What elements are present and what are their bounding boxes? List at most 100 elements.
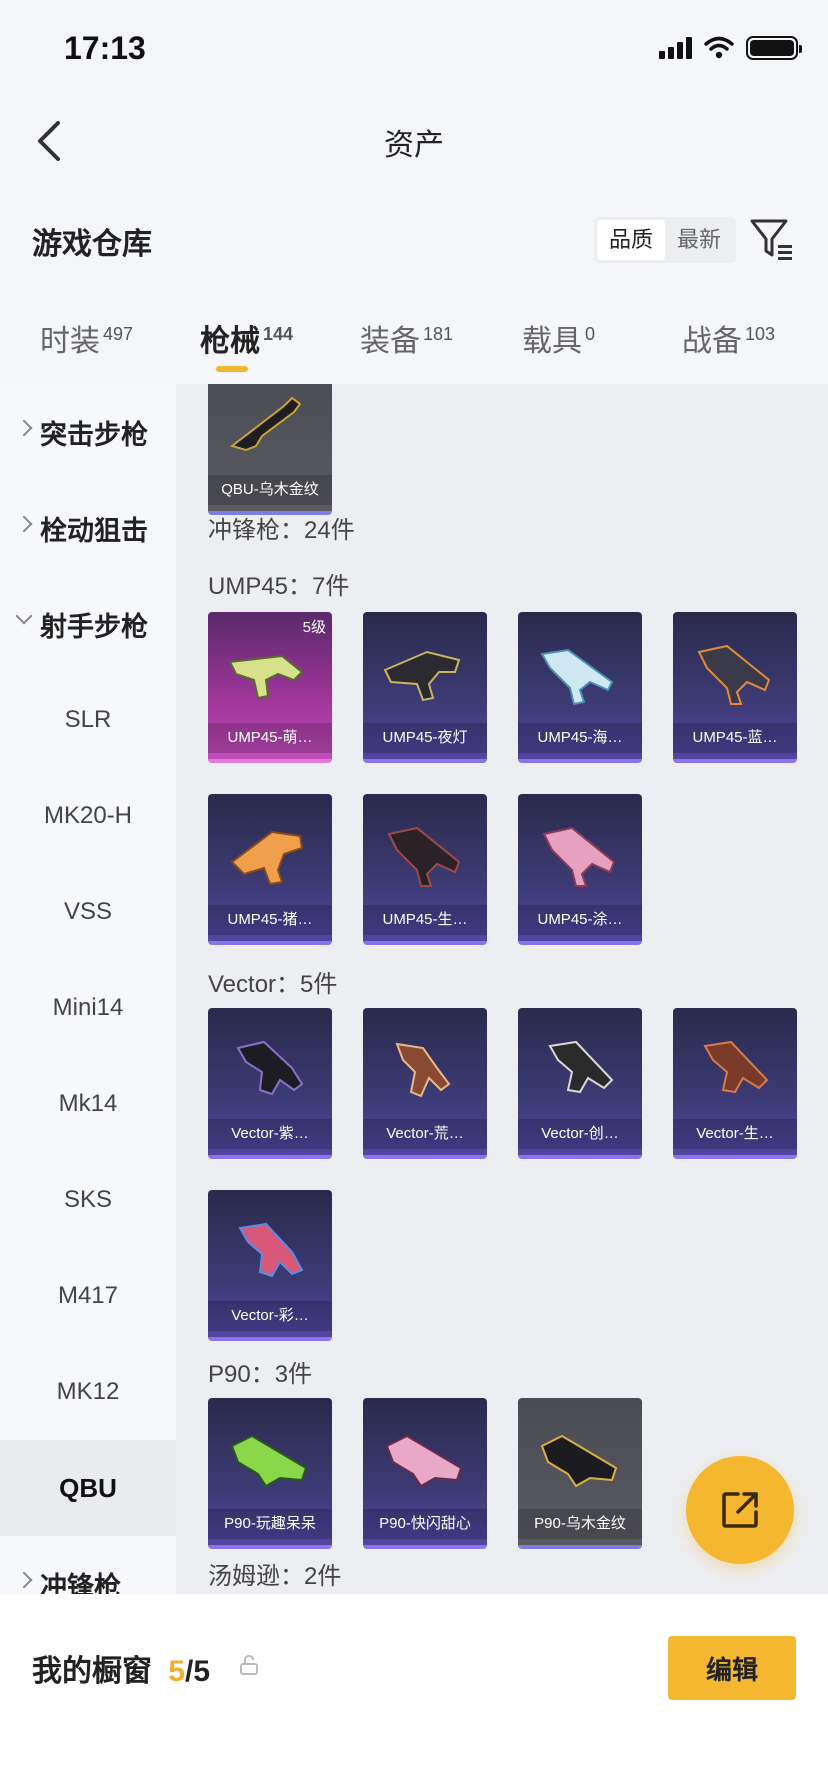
sidebar-item-mk14[interactable]: Mk14 (0, 1056, 176, 1152)
item-card[interactable]: UMP45-夜灯 (363, 612, 487, 763)
nav-bar: 资产 (0, 100, 828, 180)
showcase-count: 5 (168, 1655, 186, 1688)
weapon-icon (395, 1042, 451, 1098)
item-name: P90-玩趣呆呆 (208, 1509, 332, 1539)
section-header-tommy: 汤姆逊：2件 (208, 1563, 342, 1590)
weapon-icon (236, 1040, 304, 1096)
share-button[interactable] (686, 1456, 794, 1564)
status-icons (659, 36, 802, 60)
sidebar-item-mk12[interactable]: MK12 (0, 1344, 176, 1440)
tab-count: 103 (745, 324, 776, 344)
sidebar-item-sks[interactable]: SKS (0, 1152, 176, 1248)
sidebar-item-label: 冲锋枪 (40, 1571, 121, 1595)
item-name: UMP45-萌… (208, 723, 332, 753)
item-name: P90-乌木金纹 (518, 1509, 642, 1539)
wifi-icon (704, 36, 734, 59)
tab-count: 181 (423, 324, 454, 344)
warehouse-title: 游戏仓库 (32, 228, 152, 261)
category-tabs: 时装 497 枪械 144 装备 181 载具 0 战备 103 (0, 310, 828, 380)
chevron-right-icon (15, 419, 33, 437)
tab-label: 枪械 (200, 325, 260, 358)
item-card[interactable]: UMP45-海… (518, 612, 642, 763)
chevron-right-icon (15, 1571, 33, 1589)
sort-latest-button[interactable]: 最新 (665, 220, 733, 260)
item-card[interactable]: P90-玩趣呆呆 (208, 1398, 332, 1549)
status-time: 17:13 (64, 30, 146, 66)
weapon-icon (542, 826, 616, 887)
sidebar-item-label: 栓动狙击 (40, 515, 148, 546)
sidebar-item-mk20h[interactable]: MK20-H (0, 768, 176, 864)
item-card[interactable]: P90-乌木金纹 (518, 1398, 642, 1549)
signal-icon (659, 37, 692, 59)
sidebar-group-bolt-sniper[interactable]: 栓动狙击 (0, 480, 176, 576)
item-card[interactable]: Vector-荒… (363, 1008, 487, 1159)
item-card[interactable]: Vector-紫… (208, 1008, 332, 1159)
item-name: Vector-生… (673, 1119, 797, 1149)
item-card[interactable]: QBU-乌木金纹 (208, 384, 332, 515)
tab-vehicles[interactable]: 载具 0 (522, 316, 595, 360)
item-card[interactable]: Vector-生… (673, 1008, 797, 1159)
weapon-icon (697, 644, 771, 705)
tab-label: 载具 (522, 325, 582, 358)
sidebar-item-label: 突击步枪 (40, 419, 148, 450)
section-header-ump45: UMP45：7件 (208, 573, 350, 600)
item-name: P90-快闪甜心 (363, 1509, 487, 1539)
weapon-icon (540, 1434, 618, 1488)
showcase-bar: 我的橱窗 5/5 编辑 (0, 1594, 828, 1792)
chevron-down-icon (15, 607, 33, 625)
chevron-right-icon (15, 515, 33, 533)
item-name: Vector-荒… (363, 1119, 487, 1149)
edit-button[interactable]: 编辑 (668, 1636, 796, 1700)
showcase-total: /5 (185, 1655, 211, 1688)
item-name: UMP45-海… (518, 723, 642, 753)
item-card[interactable]: UMP45-生… (363, 794, 487, 945)
share-external-icon (722, 1492, 758, 1528)
item-card[interactable]: Vector-创… (518, 1008, 642, 1159)
item-card[interactable]: P90-快闪甜心 (363, 1398, 487, 1549)
filter-icon (750, 219, 792, 260)
item-card[interactable]: UMP45-猪… (208, 794, 332, 945)
tab-equipment[interactable]: 装备 181 (360, 316, 453, 360)
section-header-p90: P90：3件 (208, 1361, 313, 1388)
weapon-icon (540, 648, 614, 706)
sidebar-item-label: 射手步枪 (40, 611, 148, 642)
weapon-icon (385, 1434, 463, 1488)
tab-guns[interactable]: 枪械 144 (200, 316, 293, 360)
weapon-icon (230, 830, 304, 886)
tab-label: 装备 (360, 325, 420, 358)
item-name: UMP45-猪… (208, 905, 332, 935)
section-header-smg: 冲锋枪：24件 (208, 517, 355, 544)
item-name: UMP45-涂… (518, 905, 642, 935)
sidebar-item-qbu[interactable]: QBU (0, 1440, 176, 1536)
sort-toggle: 品质 最新 (594, 217, 737, 263)
sidebar-group-assault-rifle[interactable]: 突击步枪 (0, 384, 176, 480)
item-name: Vector-紫… (208, 1119, 332, 1149)
filter-button[interactable] (748, 215, 796, 263)
tab-supplies[interactable]: 战备 103 (682, 316, 775, 360)
sidebar: 突击步枪 栓动狙击 射手步枪 SLR MK20-H VSS Mini14 Mk1… (0, 384, 176, 1594)
showcase-title: 我的橱窗 (32, 1655, 152, 1688)
sidebar-item-mini14[interactable]: Mini14 (0, 960, 176, 1056)
weapon-icon (703, 1040, 769, 1094)
item-name: Vector-创… (518, 1119, 642, 1149)
tab-count: 144 (263, 324, 294, 344)
item-name: Vector-彩… (208, 1301, 332, 1331)
sidebar-group-dmr[interactable]: 射手步枪 (0, 576, 176, 672)
item-card[interactable]: UMP45-涂… (518, 794, 642, 945)
sidebar-item-m417[interactable]: M417 (0, 1248, 176, 1344)
item-card[interactable]: UMP45-蓝… (673, 612, 797, 763)
sort-quality-button[interactable]: 品质 (597, 220, 666, 260)
item-name: QBU-乌木金纹 (208, 475, 332, 505)
sidebar-item-vss[interactable]: VSS (0, 864, 176, 960)
sidebar-group-smg[interactable]: 冲锋枪 (0, 1536, 176, 1594)
sidebar-item-slr[interactable]: SLR (0, 672, 176, 768)
tab-fashion[interactable]: 时装 497 (40, 316, 133, 360)
status-bar: 17:13 (0, 0, 828, 100)
item-card[interactable]: 5级 UMP45-萌… (208, 612, 332, 763)
weapon-icon (548, 1040, 614, 1094)
item-card[interactable]: Vector-彩… (208, 1190, 332, 1341)
weapon-icon (228, 654, 304, 700)
tab-indicator (216, 366, 248, 372)
weapon-icon (229, 396, 302, 452)
warehouse-header: 游戏仓库 品质 最新 (0, 205, 828, 275)
